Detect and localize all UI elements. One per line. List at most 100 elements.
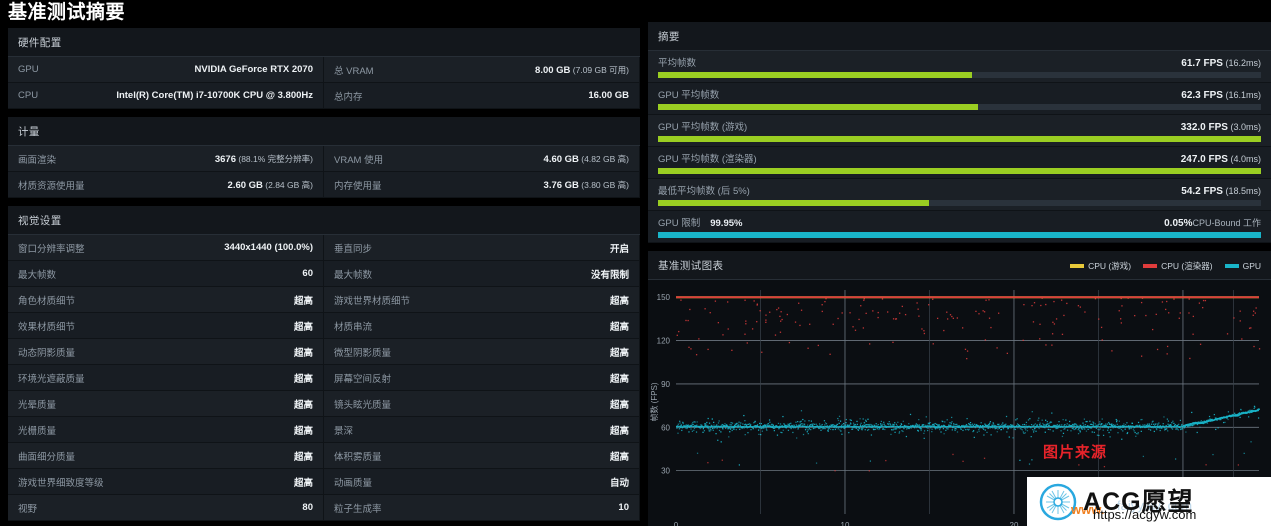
chart-header: 基准测试图表 CPU (游戏) CPU (渲染器) GPU <box>648 251 1271 280</box>
summary-progress-track <box>658 104 1261 110</box>
summary-row-detail: (16.1ms) <box>1222 90 1261 100</box>
summary-row-header: GPU 限制 99.95% 0.05%CPU-Bound 工作 <box>658 215 1261 229</box>
hardware-value: 16.00 GB <box>588 90 629 101</box>
visual-setting-row: 最大帧数 60 <box>8 261 324 287</box>
metrics-value: 3.76 GB (3.80 GB 高) <box>543 179 629 191</box>
visual-setting-value: 超高 <box>293 347 313 359</box>
visual-setting-value: 80 <box>302 502 313 513</box>
summary-row: GPU 平均帧数 (渲染器) 247.0 FPS (4.0ms) <box>648 147 1271 179</box>
legend-item[interactable]: CPU (渲染器) <box>1143 260 1213 272</box>
summary-row-detail: (4.0ms) <box>1227 154 1261 164</box>
visual-setting-value: 没有限制 <box>590 269 629 281</box>
y-axis-label: 帧数 (FPS) <box>649 382 659 421</box>
metrics-row: 内存使用量 3.76 GB (3.80 GB 高) <box>324 172 640 198</box>
visual-setting-key: 最大帧数 <box>334 269 373 281</box>
visual-setting-key: 窗口分辨率调整 <box>18 243 85 255</box>
summary-row-header: GPU 平均帧数 62.3 FPS (16.1ms) <box>658 87 1261 101</box>
metrics-value: 4.60 GB (4.82 GB 高) <box>543 153 629 165</box>
summary-progress-fill <box>658 200 930 206</box>
visual-setting-row: 角色材质细节 超高 <box>8 287 324 313</box>
summary-panel-heading: 摘要 <box>648 22 1271 51</box>
hardware-panel: 硬件配置 GPU NVIDIA GeForce RTX 2070 总 VRAM 8.0… <box>8 28 640 109</box>
visual-setting-key: 光栅质量 <box>18 425 57 437</box>
hardware-row: 总内存 16.00 GB <box>324 83 640 109</box>
metrics-row: 画面渲染 3676 (88.1% 完整分辨率) <box>8 146 324 172</box>
legend-swatch-icon <box>1143 263 1158 268</box>
watermark: faiyyaw .com www. ACG愿望 https://acgyw.co… <box>1027 477 1271 526</box>
metrics-row: VRAM 使用 4.60 GB (4.82 GB 高) <box>324 146 640 172</box>
visual-setting-value: 超高 <box>609 425 629 437</box>
visual-setting-row: 效果材质细节 超高 <box>8 313 324 339</box>
summary-row: GPU 平均帧数 62.3 FPS (16.1ms) <box>648 83 1271 115</box>
hardware-key: GPU <box>18 64 39 75</box>
visual-setting-key: 动态阴影质量 <box>18 347 76 359</box>
visual-setting-row: 环境光遮蔽质量 超高 <box>8 365 324 391</box>
hardware-value: 8.00 GB (7.09 GB 可用) <box>535 64 629 76</box>
summary-progress-fill <box>658 232 1261 238</box>
visual-setting-row: 材质串流 超高 <box>324 313 640 339</box>
legend-item[interactable]: GPU <box>1224 261 1261 271</box>
visual-setting-value: 超高 <box>293 425 313 437</box>
visual-setting-value: 60 <box>302 268 313 279</box>
summary-row: 平均帧数 61.7 FPS (16.2ms) <box>648 51 1271 83</box>
visual-setting-key: 景深 <box>334 425 354 437</box>
summary-row-label: GPU 平均帧数 (渲染器) <box>658 154 757 165</box>
visual-setting-row: 体积雾质量 超高 <box>324 443 640 469</box>
legend-swatch-icon <box>1224 263 1239 268</box>
hardware-row: CPU Intel(R) Core(TM) i7-10700K CPU @ 3.8… <box>8 83 324 109</box>
summary-progress-fill <box>658 168 1261 174</box>
metrics-value-sub: (4.82 GB 高) <box>578 153 629 164</box>
visual-setting-value: 超高 <box>293 373 313 385</box>
visual-setting-value: 超高 <box>609 373 629 385</box>
visual-setting-row: 最大帧数 没有限制 <box>324 261 640 287</box>
legend-item[interactable]: CPU (游戏) <box>1070 260 1131 272</box>
visual-setting-key: 材质串流 <box>334 321 373 333</box>
visual-setting-row: 曲面细分质量 超高 <box>8 443 324 469</box>
visual-setting-key: 游戏世界细致度等级 <box>18 477 104 489</box>
metrics-key: 内存使用量 <box>334 180 382 192</box>
visual-setting-row: 光晕质量 超高 <box>8 391 324 417</box>
visual-setting-row: 垂直同步 开启 <box>324 235 640 261</box>
visual-setting-value: 超高 <box>609 451 629 463</box>
benchmark-summary-screen: 基准测试摘要 硬件配置 GPU NVIDIA GeForce RTX 2070 总 … <box>0 0 1271 526</box>
summary-rows: 平均帧数 61.7 FPS (16.2ms) GPU 平均帧数 62.3 FPS (1… <box>648 51 1271 243</box>
x-axis-tick: 20 <box>1010 521 1019 526</box>
visual-setting-key: 垂直同步 <box>334 243 373 255</box>
hardware-value: NVIDIA GeForce RTX 2070 <box>194 64 313 75</box>
visual-setting-row: 屏幕空间反射 超高 <box>324 365 640 391</box>
visual-setting-key: 效果材质细节 <box>18 321 76 333</box>
y-axis-tick: 90 <box>661 380 670 389</box>
hardware-panel-heading: 硬件配置 <box>8 28 640 57</box>
chart-legend: CPU (游戏) CPU (渲染器) GPU <box>1070 260 1261 272</box>
metrics-value-sub: (88.1% 完整分辨率) <box>236 153 313 164</box>
right-column: 摘要 平均帧数 61.7 FPS (16.2ms) GPU 平均帧数 62.3 FPS… <box>648 22 1271 526</box>
summary-progress-track <box>658 232 1261 238</box>
hardware-key: 总内存 <box>334 91 363 103</box>
visual-setting-key: 游戏世界材质细节 <box>334 295 411 307</box>
visual-setting-key: 体积雾质量 <box>334 451 382 463</box>
metrics-value: 3676 (88.1% 完整分辨率) <box>214 153 313 165</box>
visual-setting-key: 屏幕空间反射 <box>334 373 392 385</box>
legend-label: CPU (渲染器) <box>1161 260 1213 271</box>
metrics-panel-heading: 计量 <box>8 117 640 146</box>
x-axis-tick: 0 <box>674 521 679 526</box>
legend-label: CPU (游戏) <box>1088 260 1132 271</box>
visual-setting-key: 动画质量 <box>334 477 373 489</box>
summary-row-header: 最低平均帧数 (后 5%) 54.2 FPS (18.5ms) <box>658 183 1261 197</box>
visual-setting-value: 10 <box>618 502 629 513</box>
y-axis-tick: 30 <box>661 467 670 476</box>
hardware-key: 总 VRAM <box>334 65 374 77</box>
visual-setting-row: 光栅质量 超高 <box>8 417 324 443</box>
summary-progress-track <box>658 200 1261 206</box>
summary-progress-fill <box>658 136 1261 142</box>
summary-row-header: GPU 平均帧数 (游戏) 332.0 FPS (3.0ms) <box>658 119 1261 133</box>
visual-setting-value: 自动 <box>609 477 629 489</box>
metrics-key: 画面渲染 <box>18 154 57 166</box>
metrics-value-sub: (2.84 GB 高) <box>262 179 313 190</box>
summary-row-label: GPU 限制 99.95% <box>658 218 743 229</box>
summary-row-detail: CPU-Bound 工作 <box>1192 218 1261 228</box>
metrics-key: VRAM 使用 <box>334 154 384 166</box>
legend-swatch-icon <box>1070 263 1085 268</box>
visual-setting-value: 超高 <box>293 295 313 307</box>
hardware-row: GPU NVIDIA GeForce RTX 2070 <box>8 57 324 83</box>
